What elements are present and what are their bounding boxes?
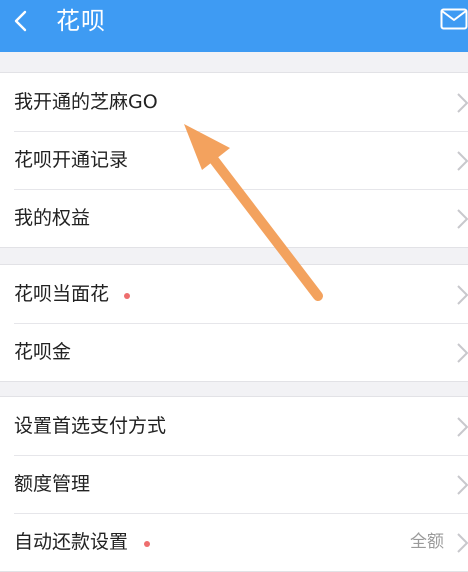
menu-item-label: 自动还款设置 (14, 531, 129, 553)
page-title: 花呗 (56, 7, 106, 35)
nav-bar: 花呗 (0, 0, 468, 52)
chevron-left-icon[interactable] (10, 9, 34, 33)
notification-dot (124, 293, 130, 299)
chevron-right-icon (456, 208, 468, 230)
menu-item-preferred-payment[interactable]: 设置首选支付方式 (0, 397, 468, 455)
notification-dot (144, 541, 150, 547)
chevron-right-icon (456, 92, 468, 114)
menu-group-1: 我开通的芝麻GO 花呗开通记录 我的权益 (0, 72, 468, 248)
menu-item-auto-repay[interactable]: 自动还款设置 全额 (0, 513, 468, 571)
menu-item-my-benefits[interactable]: 我的权益 (0, 189, 468, 247)
menu-group-3: 设置首选支付方式 额度管理 自动还款设置 全额 (0, 396, 468, 572)
menu-item-huabei-gold[interactable]: 花呗金 (0, 323, 468, 381)
chevron-right-icon (456, 342, 468, 364)
envelope-icon[interactable] (440, 8, 468, 30)
chevron-right-icon (456, 416, 468, 438)
menu-item-label: 花呗金 (14, 341, 72, 363)
chevron-right-icon (456, 284, 468, 306)
menu-item-in-person-pay[interactable]: 花呗当面花 (0, 265, 468, 323)
menu-item-label: 花呗当面花 (14, 283, 110, 305)
menu-item-limit-management[interactable]: 额度管理 (0, 455, 468, 513)
menu-item-label: 花呗开通记录 (14, 149, 129, 171)
menu-item-label: 我的权益 (14, 207, 91, 229)
menu-item-label: 设置首选支付方式 (14, 415, 167, 437)
menu-item-zhima-go[interactable]: 我开通的芝麻GO (0, 73, 468, 131)
menu-group-2: 花呗当面花 花呗金 (0, 264, 468, 382)
menu-item-label: 额度管理 (14, 473, 91, 495)
menu-item-label: 我开通的芝麻GO (14, 91, 158, 113)
chevron-right-icon (456, 532, 468, 554)
menu-item-open-records[interactable]: 花呗开通记录 (0, 131, 468, 189)
chevron-right-icon (456, 150, 468, 172)
menu-item-value: 全额 (410, 532, 444, 552)
chevron-right-icon (456, 474, 468, 496)
